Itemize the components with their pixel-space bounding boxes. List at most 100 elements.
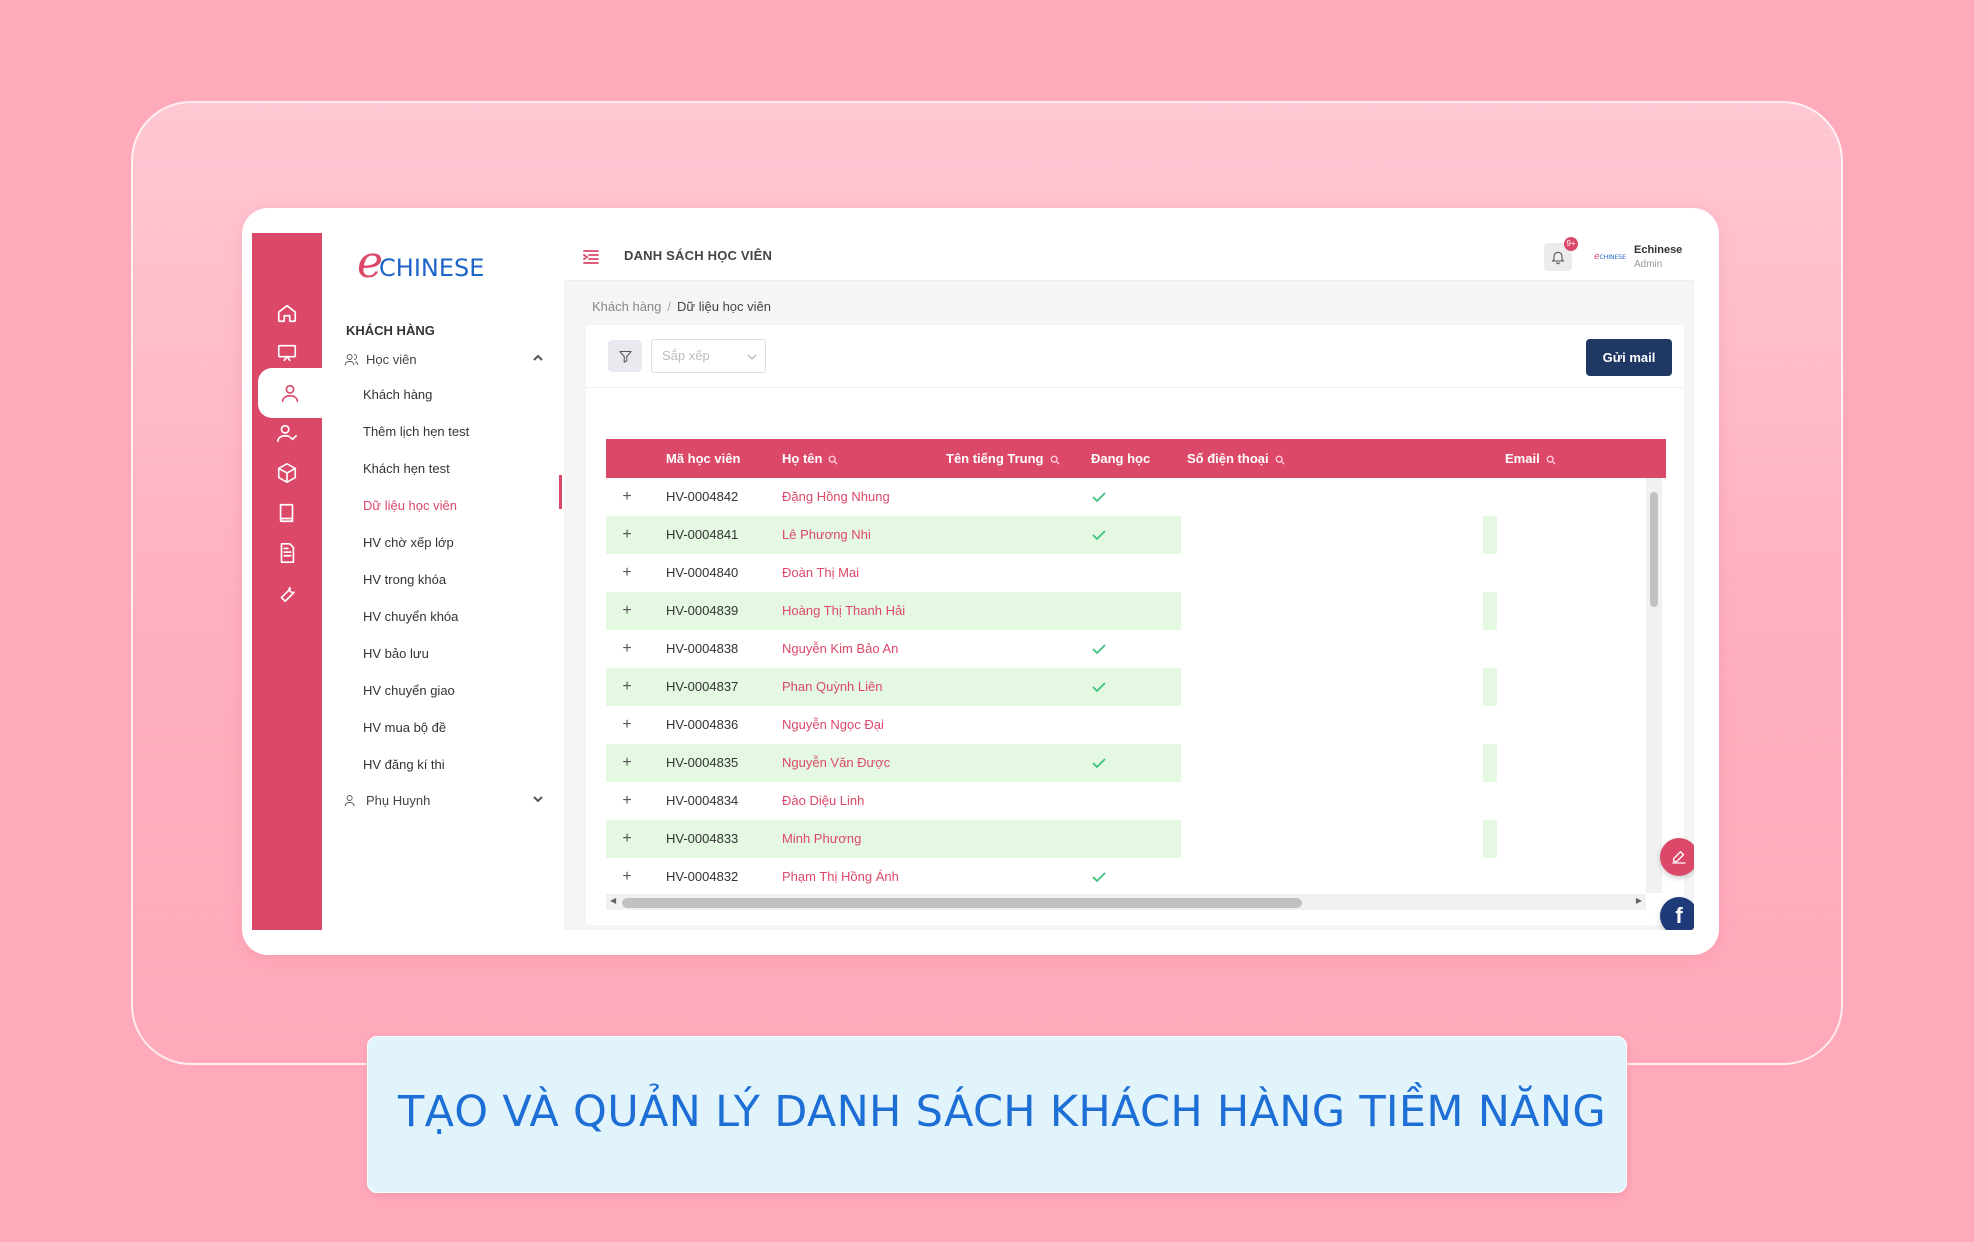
table-row[interactable]: + HV-0004836 Nguyễn Ngọc Đại bbox=[606, 706, 1646, 744]
table-row[interactable]: + HV-0004834 Đào Diệu Linh bbox=[606, 782, 1646, 820]
edit-fab-button[interactable] bbox=[1660, 838, 1694, 876]
data-card: Sắp xếp Gửi mail Mã học viên Họ tên Tên … bbox=[586, 325, 1684, 925]
menu-item-du-lieu-hoc-vien[interactable]: Dữ liệu học viên bbox=[363, 496, 457, 516]
menu-group-students[interactable]: Học viên bbox=[344, 348, 544, 370]
expand-row-button[interactable]: + bbox=[620, 668, 634, 706]
table-row[interactable]: + HV-0004839 Hoàng Thị Thanh Hải bbox=[606, 592, 1646, 630]
sort-placeholder: Sắp xếp bbox=[662, 348, 710, 363]
caption-text: TẠO VÀ QUẢN LÝ DANH SÁCH KHÁCH HÀNG TIỀM… bbox=[398, 1087, 1606, 1137]
student-name-cell[interactable]: Đào Diệu Linh bbox=[782, 782, 864, 820]
expand-row-button[interactable]: + bbox=[620, 858, 634, 896]
expand-row-button[interactable]: + bbox=[620, 592, 634, 630]
col-phone[interactable]: Số điện thoại bbox=[1187, 439, 1285, 478]
col-student-id[interactable]: Mã học viên bbox=[666, 439, 740, 478]
expand-row-button[interactable]: + bbox=[620, 516, 634, 554]
menu-group-parents[interactable]: Phụ Huynh bbox=[344, 789, 544, 811]
menu-item-khach-hen-test[interactable]: Khách hẹn test bbox=[363, 459, 450, 479]
horizontal-scrollbar[interactable]: ◀ ▶ bbox=[606, 894, 1646, 910]
breadcrumb-root[interactable]: Khách hàng bbox=[592, 299, 661, 314]
search-icon[interactable] bbox=[1275, 455, 1285, 465]
table-row[interactable]: + HV-0004840 Đoàn Thị Mai bbox=[606, 554, 1646, 592]
row-highlight bbox=[1483, 744, 1497, 782]
facebook-button[interactable]: f bbox=[1660, 897, 1694, 930]
table-row[interactable]: + HV-0004832 Phạm Thị Hồng Ánh bbox=[606, 858, 1646, 896]
icon-rail bbox=[252, 233, 322, 930]
expand-row-button[interactable]: + bbox=[620, 706, 634, 744]
menu-item-hv-dang-ki-thi[interactable]: HV đăng kí thi bbox=[363, 755, 445, 775]
expand-row-button[interactable]: + bbox=[620, 782, 634, 820]
col-email-label: Email bbox=[1505, 451, 1540, 466]
menu-item-them-lich-hen-test[interactable]: Thêm lịch hẹn test bbox=[363, 422, 469, 442]
avatar[interactable]: eCHINESE bbox=[1594, 247, 1626, 267]
table-row[interactable]: + HV-0004833 Minh Phương bbox=[606, 820, 1646, 858]
menu-item-hv-cho-xep-lop[interactable]: HV chờ xếp lớp bbox=[363, 533, 454, 553]
rail-settings[interactable] bbox=[252, 568, 322, 618]
table-row[interactable]: + HV-0004841 Lê Phương Nhi bbox=[606, 516, 1646, 554]
col-chinese-name-label: Tên tiếng Trung bbox=[946, 451, 1044, 466]
menu-item-hv-bao-luu[interactable]: HV bảo lưu bbox=[363, 644, 429, 664]
studying-cell bbox=[1091, 668, 1111, 706]
breadcrumb-separator: / bbox=[667, 299, 672, 314]
filter-icon bbox=[618, 350, 632, 363]
sort-select[interactable]: Sắp xếp bbox=[651, 339, 766, 373]
search-icon[interactable] bbox=[1050, 455, 1060, 465]
bell-icon bbox=[1551, 251, 1565, 265]
scroll-thumb[interactable] bbox=[622, 898, 1302, 908]
student-name-cell[interactable]: Phạm Thị Hồng Ánh bbox=[782, 858, 899, 896]
search-icon[interactable] bbox=[1546, 455, 1556, 465]
menu-item-khach-hang[interactable]: Khách hàng bbox=[363, 385, 432, 405]
menu-item-hv-chuyen-giao[interactable]: HV chuyển giao bbox=[363, 681, 455, 701]
table-header: Mã học viên Họ tên Tên tiếng Trung Đang … bbox=[606, 439, 1666, 478]
menu-heading: KHÁCH HÀNG bbox=[346, 323, 435, 338]
expand-row-button[interactable]: + bbox=[620, 630, 634, 668]
menu-toggle-button[interactable] bbox=[582, 248, 600, 266]
scroll-left-icon[interactable]: ◀ bbox=[610, 896, 616, 905]
student-name-cell[interactable]: Đoàn Thị Mai bbox=[782, 554, 859, 592]
breadcrumb-current: Dữ liệu học viên bbox=[677, 299, 772, 314]
search-icon[interactable] bbox=[828, 455, 839, 465]
expand-row-button[interactable]: + bbox=[620, 820, 634, 858]
chevron-up-icon bbox=[533, 354, 543, 361]
chevron-down-icon bbox=[533, 796, 543, 803]
presentation-icon bbox=[277, 344, 297, 362]
toolbar-divider bbox=[586, 387, 1684, 388]
studying-cell bbox=[1091, 478, 1111, 516]
menu-item-hv-trong-khoa[interactable]: HV trong khóa bbox=[363, 570, 446, 590]
brand-logo[interactable]: e CHINESE bbox=[357, 241, 484, 285]
scroll-right-icon[interactable]: ▶ bbox=[1636, 896, 1642, 905]
col-studying[interactable]: Đang học bbox=[1091, 439, 1150, 478]
student-name-cell[interactable]: Minh Phương bbox=[782, 820, 861, 858]
col-studying-label: Đang học bbox=[1091, 451, 1151, 466]
student-name-cell[interactable]: Nguyễn Kim Bảo An bbox=[782, 630, 898, 668]
menu-item-hv-mua-bo-de[interactable]: HV mua bộ đề bbox=[363, 718, 446, 738]
table-row[interactable]: + HV-0004835 Nguyễn Văn Được bbox=[606, 744, 1646, 782]
table-row[interactable]: + HV-0004837 Phan Quỳnh Liên bbox=[606, 668, 1646, 706]
check-icon bbox=[1092, 682, 1106, 693]
users-icon bbox=[344, 353, 359, 365]
student-name-cell[interactable]: Nguyễn Văn Được bbox=[782, 744, 890, 782]
send-mail-button[interactable]: Gửi mail bbox=[1586, 339, 1672, 376]
col-chinese-name[interactable]: Tên tiếng Trung bbox=[946, 439, 1060, 478]
facebook-icon: f bbox=[1675, 903, 1683, 928]
student-name-cell[interactable]: Đặng Hồng Nhung bbox=[782, 478, 890, 516]
expand-row-button[interactable]: + bbox=[620, 744, 634, 782]
row-highlight bbox=[1483, 820, 1497, 858]
chevron-down-icon bbox=[747, 354, 757, 361]
scroll-thumb[interactable] bbox=[1650, 492, 1658, 607]
col-email[interactable]: Email bbox=[1505, 439, 1556, 478]
menu-item-hv-chuyen-khoa[interactable]: HV chuyển khóa bbox=[363, 607, 458, 627]
filter-button[interactable] bbox=[608, 340, 642, 372]
col-full-name[interactable]: Họ tên bbox=[782, 439, 839, 478]
student-name-cell[interactable]: Lê Phương Nhi bbox=[782, 516, 871, 554]
expand-row-button[interactable]: + bbox=[620, 478, 634, 516]
user-name[interactable]: Echinese bbox=[1634, 244, 1682, 256]
student-name-cell[interactable]: Nguyễn Ngọc Đại bbox=[782, 706, 884, 744]
vertical-scrollbar[interactable] bbox=[1646, 478, 1662, 893]
student-id-cell: HV-0004835 bbox=[666, 755, 739, 770]
pencil-icon bbox=[1672, 851, 1686, 864]
student-name-cell[interactable]: Hoàng Thị Thanh Hải bbox=[782, 592, 905, 630]
table-row[interactable]: + HV-0004838 Nguyễn Kim Bảo An bbox=[606, 630, 1646, 668]
expand-row-button[interactable]: + bbox=[620, 554, 634, 592]
table-row[interactable]: + HV-0004842 Đặng Hồng Nhung bbox=[606, 478, 1646, 516]
student-name-cell[interactable]: Phan Quỳnh Liên bbox=[782, 668, 882, 706]
